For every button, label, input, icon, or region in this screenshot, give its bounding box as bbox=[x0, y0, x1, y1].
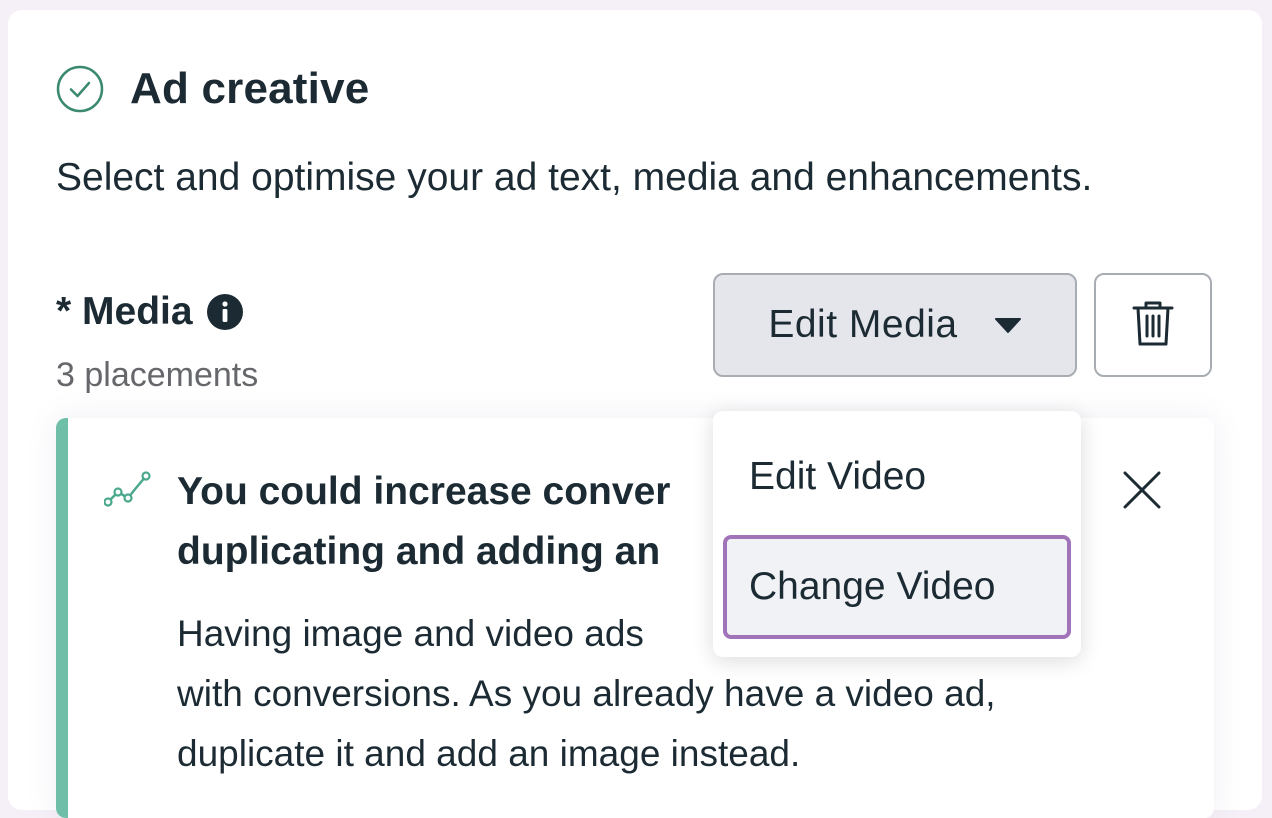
edit-media-button[interactable]: Edit Media bbox=[713, 273, 1077, 377]
placements-count: 3 placements bbox=[56, 356, 259, 394]
trend-line-icon bbox=[104, 468, 152, 508]
menu-item-change-video[interactable]: Change Video bbox=[723, 535, 1071, 639]
suggestion-body-line-1-text: Having image and video ads bbox=[177, 613, 644, 654]
ad-creative-card: Ad creative Select and optimise your ad … bbox=[8, 10, 1262, 818]
menu-item-edit-video[interactable]: Edit Video bbox=[723, 425, 1071, 529]
section-header: Ad creative bbox=[56, 64, 369, 114]
edit-media-label: Edit Media bbox=[768, 303, 958, 346]
media-label-row: * Media bbox=[56, 290, 243, 334]
media-label: * Media bbox=[56, 290, 193, 333]
suggestion-accent-bar bbox=[56, 418, 68, 818]
check-circle-icon bbox=[56, 65, 104, 113]
suggestion-body-line-2: with conversions. As you already have a … bbox=[177, 673, 996, 714]
trash-icon bbox=[1130, 298, 1176, 353]
suggestion-body-line-3: duplicate it and add an image instead. bbox=[177, 733, 801, 774]
delete-media-button[interactable] bbox=[1094, 273, 1212, 377]
close-icon[interactable] bbox=[1122, 470, 1162, 510]
chevron-down-icon bbox=[994, 316, 1022, 334]
section-title: Ad creative bbox=[130, 64, 370, 113]
info-icon[interactable] bbox=[206, 294, 243, 330]
edit-media-dropdown-menu: Edit Video Change Video bbox=[713, 411, 1081, 657]
section-description: Select and optimise your ad text, media … bbox=[56, 156, 1093, 199]
